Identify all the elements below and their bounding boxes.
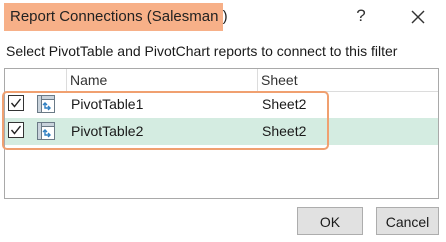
pivottable-icon [36,121,56,141]
row-name: PivotTable1 [71,96,144,112]
row-name: PivotTable2 [71,123,144,139]
row-checkbox[interactable] [8,122,24,138]
cancel-button[interactable]: Cancel [376,207,439,235]
title-bar: Report Connections (Salesman ) ? [0,0,446,34]
row-checkbox[interactable] [8,95,24,111]
column-header-check[interactable] [5,69,67,91]
list-row-pivottable2[interactable]: PivotTable2 Sheet2 [5,118,438,145]
list-header: Name Sheet [5,69,438,92]
report-list[interactable]: Name Sheet PivotTable1 Sheet2 PivotTable… [4,68,439,199]
row-sheet: Sheet2 [262,96,307,112]
instruction-text: Select PivotTable and PivotChart reports… [6,43,398,59]
dialog-title: Report Connections (Salesman ) [4,3,228,31]
row-sheet: Sheet2 [262,123,307,139]
column-header-name[interactable]: Name [67,69,258,91]
pivottable-icon [36,94,56,114]
column-header-sheet[interactable]: Sheet [258,69,438,91]
help-button[interactable]: ? [350,4,372,28]
ok-button[interactable]: OK [297,207,363,235]
close-icon[interactable] [405,4,431,30]
list-row-pivottable1[interactable]: PivotTable1 Sheet2 [5,91,438,118]
